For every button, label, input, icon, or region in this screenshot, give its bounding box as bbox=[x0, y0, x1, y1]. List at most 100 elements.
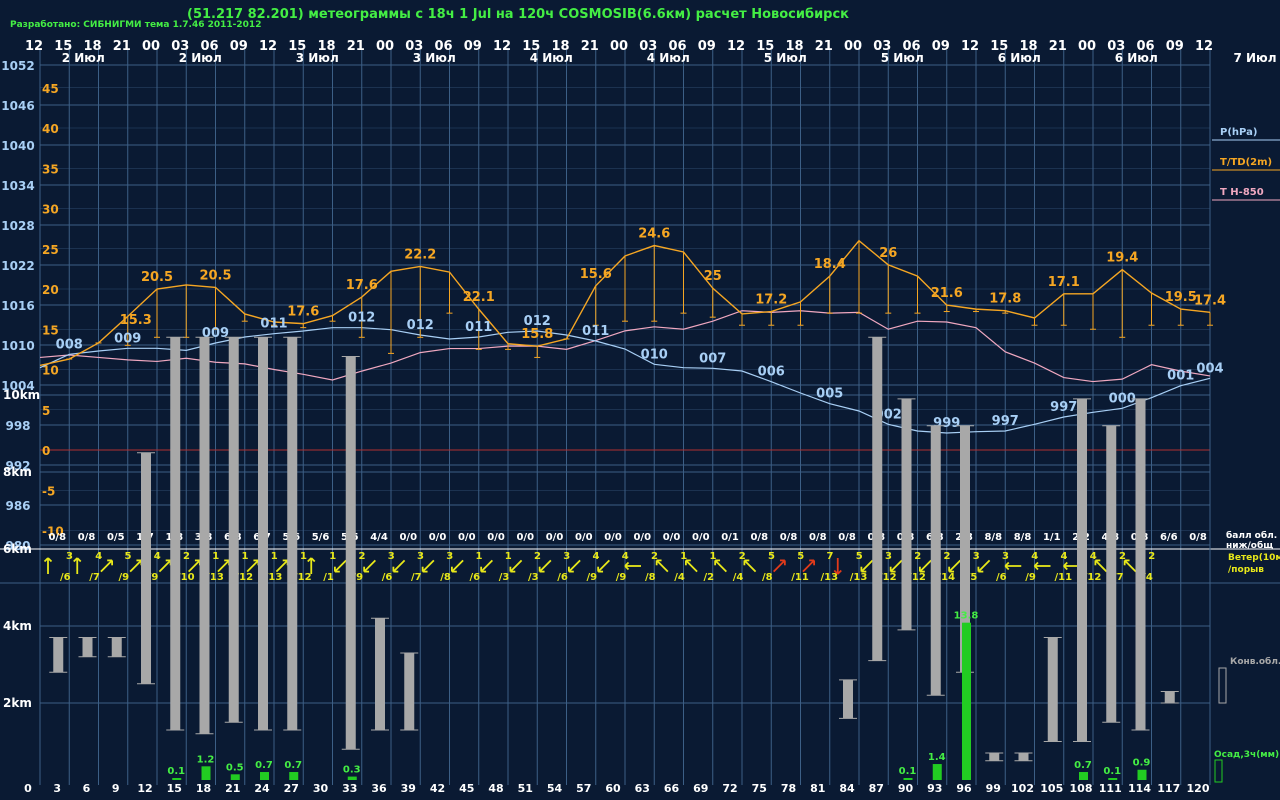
wind-speed-label: 4 bbox=[593, 551, 600, 562]
lead-hour-label: 42 bbox=[430, 782, 445, 795]
cloud-cover-caption: балл обл. bbox=[1226, 530, 1277, 541]
cloud-cover-label: 0/0 bbox=[458, 532, 476, 543]
pressure-tick-label: 1028 bbox=[1, 219, 34, 233]
legend-label: T H-850 bbox=[1220, 187, 1264, 198]
convective-cloud-bar bbox=[901, 398, 912, 630]
precipitation-bar bbox=[1137, 769, 1147, 780]
pressure-data-label: 004 bbox=[1196, 361, 1223, 376]
wind-speed-label: 3 bbox=[885, 551, 892, 562]
cloud-cover-label: 8/8 bbox=[1014, 532, 1032, 543]
wind-speed-label: 5 bbox=[125, 551, 132, 562]
wind-speed-label: 3 bbox=[446, 551, 453, 562]
precipitation-bar bbox=[230, 774, 240, 780]
pressure-data-label: 010 bbox=[641, 347, 668, 362]
wind-arrow bbox=[480, 559, 493, 573]
wind-gust-label: /8 bbox=[440, 572, 451, 583]
precipitation-bar bbox=[932, 764, 942, 780]
wind-arrow bbox=[129, 559, 142, 573]
wind-speed-label: 1 bbox=[329, 551, 336, 562]
convective-cloud-bar bbox=[1047, 637, 1058, 742]
temperature-tick-label: 15 bbox=[42, 323, 59, 337]
convective-cloud-bar bbox=[843, 679, 853, 719]
temperature-tick-label: 35 bbox=[42, 162, 59, 176]
convective-cloud-bar bbox=[258, 337, 268, 730]
hour-label: 21 bbox=[815, 39, 833, 54]
wind-gust-label: /3 bbox=[528, 572, 539, 583]
temperature-data-label: 15.8 bbox=[521, 327, 553, 342]
wind-speed-label: 3 bbox=[66, 551, 73, 562]
lead-hour-label: 0 bbox=[24, 782, 32, 795]
height-tick-label: 4km bbox=[3, 619, 32, 633]
wind-speed-label: 1 bbox=[212, 551, 219, 562]
date-label: 3 Июл bbox=[413, 51, 456, 65]
date-label: 2 Июл bbox=[62, 51, 105, 65]
pressure-tick-label: 1022 bbox=[1, 259, 34, 273]
pressure-data-label: 012 bbox=[407, 318, 434, 333]
pressure-tick-label: 1052 bbox=[1, 59, 34, 73]
wind-gust-label: /3 bbox=[499, 572, 510, 583]
lead-hour-label: 114 bbox=[1128, 782, 1151, 795]
precipitation-label: 0.7 bbox=[284, 760, 302, 771]
hour-label: 09 bbox=[932, 39, 950, 54]
lead-hour-label: 117 bbox=[1157, 782, 1180, 795]
pressure-tick-label: 1010 bbox=[1, 339, 34, 353]
cloud-cover-label: 0/8 bbox=[48, 532, 66, 543]
wind-gust-label: /2 bbox=[704, 572, 715, 583]
convective-cloud-bar bbox=[82, 637, 93, 657]
wind-arrow bbox=[714, 559, 727, 573]
wind-arrow bbox=[948, 559, 961, 573]
pressure-data-label: 997 bbox=[1050, 400, 1077, 415]
lead-hour-label: 60 bbox=[605, 782, 621, 795]
cloud-cover-label: 5/6 bbox=[312, 532, 330, 543]
height-tick-label: 10km bbox=[3, 388, 40, 402]
temperature-data-label: 15.3 bbox=[120, 313, 152, 328]
pressure-data-label: 001 bbox=[1167, 369, 1194, 384]
convective-cloud-bar bbox=[1164, 691, 1175, 703]
pressure-tick-label: 998 bbox=[5, 419, 30, 433]
lead-hour-label: 51 bbox=[518, 782, 533, 795]
convective-cloud-bar bbox=[1135, 398, 1146, 730]
temperature-data-label: 17.4 bbox=[1194, 293, 1226, 308]
temperature-tick-label: 0 bbox=[42, 444, 50, 458]
lead-hour-label: 96 bbox=[956, 782, 972, 795]
lead-hour-label: 90 bbox=[898, 782, 914, 795]
lead-hour-label: 9 bbox=[112, 782, 120, 795]
pressure-data-label: 011 bbox=[465, 320, 492, 335]
date-label: 2 Июл bbox=[179, 51, 222, 65]
precipitation-label: 0.1 bbox=[167, 766, 185, 777]
temperature-data-label: 19.5 bbox=[1165, 290, 1197, 305]
date-label: 6 Июл bbox=[998, 51, 1041, 65]
cloud-cover-label: 0/0 bbox=[429, 532, 447, 543]
wind-speed-label: 5 bbox=[797, 551, 804, 562]
wind-arrow bbox=[685, 559, 698, 573]
date-label: 6 Июл bbox=[1115, 51, 1158, 65]
cloud-cover-label: 0/0 bbox=[487, 532, 505, 543]
pressure-data-label: 005 bbox=[816, 387, 843, 402]
hour-label: 21 bbox=[347, 39, 365, 54]
lead-hour-label: 120 bbox=[1187, 782, 1210, 795]
cloud-cover-label: 0/8 bbox=[78, 532, 96, 543]
wind-arrow bbox=[422, 559, 435, 573]
wind-speed-label: 1 bbox=[505, 551, 512, 562]
wind-arrow bbox=[392, 559, 406, 573]
date-label: 5 Июл bbox=[881, 51, 924, 65]
temperature-data-label: 21.6 bbox=[931, 286, 963, 301]
wind-speed-label: 2 bbox=[534, 551, 541, 562]
cloud-cover-label: 0/8 bbox=[838, 532, 856, 543]
hour-label: 00 bbox=[142, 39, 160, 54]
date-label: 4 Июл bbox=[530, 51, 573, 65]
hour-label: 09 bbox=[1166, 39, 1184, 54]
cloud-cover-label: 4/4 bbox=[370, 532, 388, 543]
convective-cloud-bar bbox=[375, 618, 385, 730]
wind-speed-label: 2 bbox=[1148, 551, 1155, 562]
temperature-data-label: 24.6 bbox=[638, 227, 670, 242]
lead-hour-label: 27 bbox=[284, 782, 299, 795]
wind-speed-label: 5 bbox=[856, 551, 863, 562]
convective-cloud-bar bbox=[404, 652, 415, 730]
lead-hour-label: 66 bbox=[664, 782, 680, 795]
convective-cloud-bar bbox=[111, 637, 122, 657]
convective-cloud-bar bbox=[1018, 753, 1029, 761]
convective-cloud-bar bbox=[287, 337, 298, 730]
wind-arrow bbox=[919, 559, 932, 573]
wind-speed-label: 2 bbox=[944, 551, 951, 562]
